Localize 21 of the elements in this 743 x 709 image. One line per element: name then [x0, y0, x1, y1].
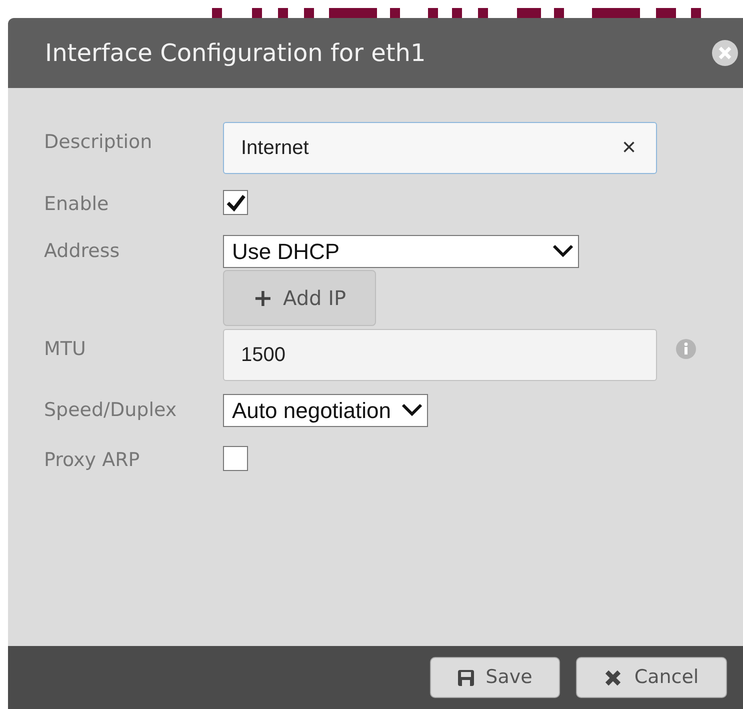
field-label: MTU	[44, 336, 87, 362]
text-input-field[interactable]: Internet ×	[223, 122, 657, 174]
text-input-field[interactable]: 1500	[223, 328, 657, 380]
caret-icon	[401, 403, 424, 417]
checkbox[interactable]	[223, 446, 248, 470]
field-label: Proxy ARP	[44, 448, 141, 472]
add-ip-button[interactable]: + Add IP	[223, 270, 376, 326]
caret-icon	[552, 244, 574, 258]
checkbox[interactable]	[223, 190, 248, 215]
dropdown-select[interactable]: Use DHCP	[223, 234, 579, 268]
field-label: Enable	[44, 192, 110, 217]
close-icon[interactable]	[712, 40, 738, 66]
dialog-title: Interface Configuration for eth1	[45, 38, 426, 69]
dropdown-select[interactable]: Auto negotiation	[223, 394, 428, 426]
field-label: Address	[44, 238, 121, 264]
field-label: Description	[44, 130, 154, 155]
cross-icon	[604, 668, 622, 686]
field-label: Speed/Duplex	[44, 398, 178, 422]
cancel-button[interactable]: Cancel	[576, 657, 727, 698]
save-button[interactable]: Save	[430, 657, 560, 698]
clear-button[interactable]: ×	[622, 130, 636, 166]
